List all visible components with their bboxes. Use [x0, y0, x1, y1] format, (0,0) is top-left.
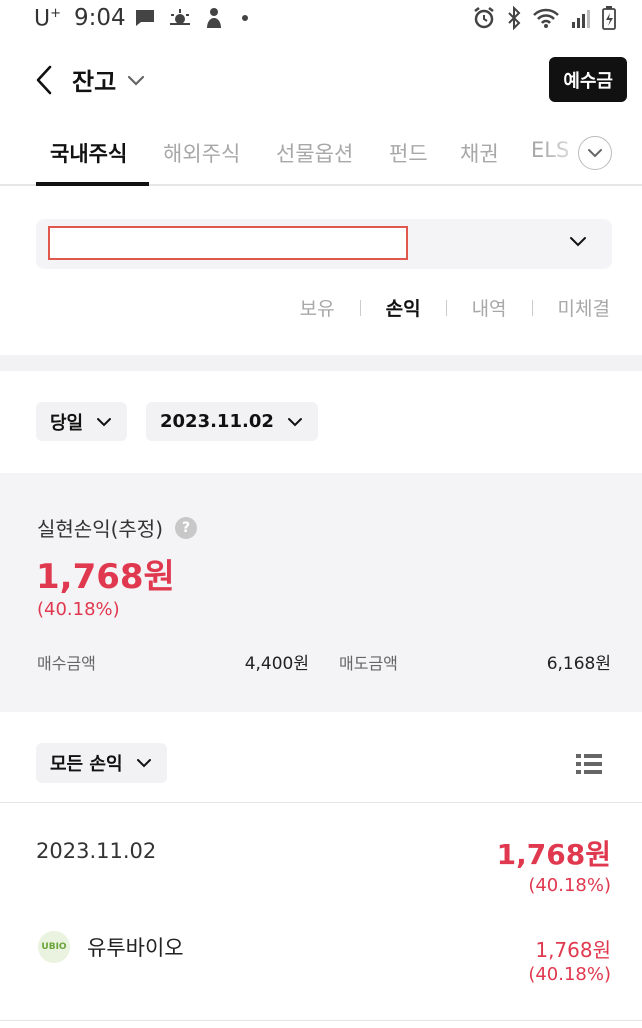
- buy-amount-label: 매수금액: [37, 654, 96, 673]
- stock-pnl-rate: (40.18%): [528, 964, 611, 985]
- deposit-button[interactable]: 예수금: [549, 57, 627, 102]
- subtab-holdings[interactable]: 보유: [300, 294, 335, 321]
- realized-pnl-summary: 실현손익(추정) ? 1,768원 (40.18%) 매수금액 4,400원 매…: [0, 473, 642, 712]
- tab-bonds[interactable]: 채권: [460, 138, 499, 168]
- status-time: 9:04: [74, 5, 126, 31]
- period-dropdown[interactable]: 당일: [36, 402, 128, 441]
- stock-logo: UBIO: [38, 931, 70, 963]
- list-view-icon[interactable]: [576, 752, 602, 776]
- title-dropdown[interactable]: 잔고: [72, 62, 146, 97]
- status-bar: U+ 9:04: [0, 0, 642, 38]
- divider: [531, 299, 533, 316]
- more-tabs-button[interactable]: [578, 136, 612, 170]
- pnl-filter-label: 모든 손익: [50, 754, 123, 775]
- back-chevron-icon: [36, 65, 52, 95]
- period-label: 당일: [50, 412, 84, 434]
- market-tabs: 국내주식 해외주식 선물옵션 펀드 채권 ELS: [0, 128, 642, 186]
- stock-pnl-amount: 1,768원: [535, 938, 611, 962]
- divider: [445, 299, 447, 316]
- date-label: 2023.11.02: [160, 411, 274, 432]
- realized-pnl-rate: (40.18%): [37, 599, 120, 620]
- chevron-down-icon: [570, 237, 586, 247]
- chevron-down-icon: [588, 149, 602, 158]
- date-dropdown[interactable]: 2023.11.02: [146, 402, 318, 441]
- back-button[interactable]: [34, 64, 62, 96]
- stock-name[interactable]: 유투바이오: [87, 932, 184, 962]
- active-tab-indicator: [36, 182, 149, 186]
- tab-foreign-stocks[interactable]: 해외주식: [163, 138, 240, 168]
- notification-dot: [242, 15, 248, 21]
- help-icon[interactable]: ?: [175, 516, 198, 539]
- carrier-label: U+: [34, 6, 62, 32]
- sell-amount-value: 6,168원: [546, 654, 611, 674]
- subtab-profit-loss[interactable]: 손익: [386, 294, 421, 321]
- chevron-down-icon: [97, 417, 112, 426]
- signal-icon: [572, 10, 590, 28]
- battery-icon: [602, 6, 616, 30]
- page-title: 잔고: [72, 68, 117, 96]
- tab-domestic-stocks[interactable]: 국내주식: [50, 138, 127, 168]
- divider: [0, 1020, 642, 1021]
- chevron-down-icon: [287, 417, 302, 426]
- account-number-field: [48, 226, 408, 260]
- balance-subtabs: 보유 손익 내역 미체결: [300, 294, 610, 321]
- row-total-pnl: 1,768원: [496, 838, 611, 871]
- tab-futures-options[interactable]: 선물옵션: [276, 138, 353, 168]
- summary-label: 실현손익(추정): [37, 517, 164, 541]
- account-select[interactable]: [36, 219, 612, 269]
- alarm-icon: [474, 7, 494, 29]
- buy-amount-value: 4,400원: [244, 654, 309, 674]
- row-total-rate: (40.18%): [528, 875, 611, 896]
- person-icon: [207, 8, 221, 28]
- wifi-icon: [533, 8, 559, 28]
- section-divider: [0, 355, 642, 371]
- tab-funds[interactable]: 펀드: [389, 138, 428, 168]
- top-header: 잔고 예수금: [0, 50, 642, 110]
- subtab-unfilled[interactable]: 미체결: [558, 294, 610, 321]
- chevron-down-icon: [128, 75, 145, 86]
- pnl-filter-dropdown[interactable]: 모든 손익: [36, 743, 167, 783]
- chevron-down-icon: [136, 759, 151, 768]
- divider: [0, 802, 642, 803]
- chat-icon: [136, 10, 154, 26]
- bluetooth-icon: [508, 6, 521, 30]
- divider: [359, 299, 361, 316]
- subtab-history[interactable]: 내역: [472, 294, 507, 321]
- weather-icon: [170, 9, 190, 25]
- realized-pnl-value: 1,768원: [36, 557, 175, 597]
- sell-amount-label: 매도금액: [339, 654, 398, 673]
- row-date: 2023.11.02: [36, 839, 157, 863]
